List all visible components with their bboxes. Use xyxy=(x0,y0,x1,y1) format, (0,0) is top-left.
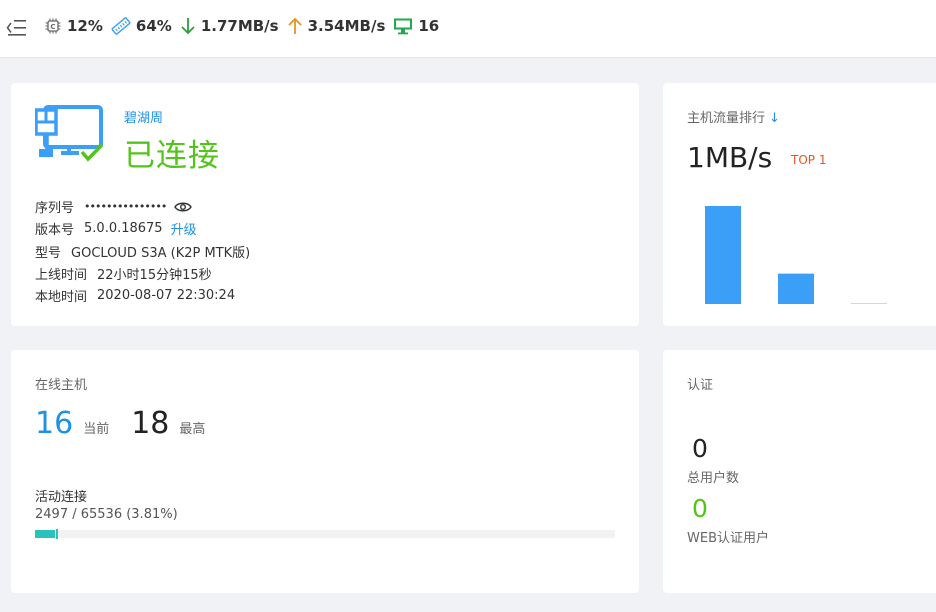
traffic-title-row: 主机流量排行 ↓ xyxy=(687,107,780,126)
router-name: 碧湖周 xyxy=(124,111,164,126)
hosts-stat: 16 xyxy=(393,17,439,35)
hosts-max-label: 最高 xyxy=(179,422,206,437)
cpu-icon: C xyxy=(45,18,61,34)
active-connections-value: 2497 / 65536 (3.81%) xyxy=(35,507,178,522)
model-label: 型号 xyxy=(35,246,62,261)
version-row: 版本号 5.0.0.18675 升级 xyxy=(35,219,197,238)
traffic-bar-chart xyxy=(705,206,887,304)
connections-progress-marker xyxy=(56,529,59,539)
serial-row: 序列号 ••••••••••••••• xyxy=(35,197,193,216)
serial-label: 序列号 xyxy=(35,201,75,216)
system-stats: C 12% 64% 1.77MB/s 3.54MB/s 16 xyxy=(44,17,447,35)
connections-progress-fill xyxy=(35,530,56,538)
top-traffic-value: 1MB/s xyxy=(687,141,773,174)
web-users-label: WEB认证用户 xyxy=(687,531,769,546)
upload-value: 3.54MB/s xyxy=(307,17,386,35)
hosts-counts: 16 当前 18 最高 xyxy=(35,406,205,441)
upgrade-link[interactable]: 升级 xyxy=(171,219,197,238)
uptime-value: 22小时15分钟15秒 xyxy=(97,268,212,283)
router-info-card: 碧湖周 已连接 序列号 ••••••••••••••• 版本号 5.0.0.18… xyxy=(11,83,639,326)
host-traffic-card: 主机流量排行 ↓ 1MB/s TOP 1 xyxy=(663,83,936,326)
model-row: 型号 GOCLOUD S3A (K2P MTK版) xyxy=(35,242,250,261)
monitor-icon xyxy=(394,18,413,35)
version-value: 5.0.0.18675 xyxy=(84,221,163,236)
traffic-bar xyxy=(778,273,814,304)
traffic-title: 主机流量排行 xyxy=(687,111,766,126)
memory-value: 64% xyxy=(135,17,172,35)
uptime-row: 上线时间 22小时15分钟15秒 xyxy=(35,264,212,283)
hosts-count: 16 xyxy=(418,17,440,35)
local-time-value: 2020-08-07 22:30:24 xyxy=(97,288,236,303)
memory-icon xyxy=(111,17,131,35)
auth-title: 认证 xyxy=(687,378,714,393)
cpu-stat: C 12% xyxy=(44,17,103,35)
router-connected-icon xyxy=(35,105,104,162)
total-users-label: 总用户数 xyxy=(687,471,740,486)
top-bar: C 12% 64% 1.77MB/s 3.54MB/s 16 xyxy=(0,0,936,58)
connections-progress-bar xyxy=(35,529,615,539)
arrow-up-icon xyxy=(287,17,302,34)
memory-stat: 64% xyxy=(111,17,172,35)
menu-collapse-icon[interactable] xyxy=(6,18,28,38)
connection-status: 已连接 xyxy=(124,138,220,174)
local-time-row: 本地时间 2020-08-07 22:30:24 xyxy=(35,286,235,305)
model-value: GOCLOUD S3A (K2P MTK版) xyxy=(71,246,251,261)
active-connections-label: 活动连接 xyxy=(35,490,88,505)
hosts-title: 在线主机 xyxy=(35,378,88,393)
sort-down-icon[interactable]: ↓ xyxy=(769,111,780,126)
arrow-down-icon xyxy=(181,18,195,35)
web-users-value: 0 xyxy=(692,494,708,523)
cpu-value: 12% xyxy=(67,17,103,35)
eye-icon[interactable] xyxy=(174,201,193,213)
traffic-bar xyxy=(851,303,887,304)
local-time-label: 本地时间 xyxy=(35,290,88,305)
download-value: 1.77MB/s xyxy=(200,17,279,35)
version-label: 版本号 xyxy=(35,223,75,238)
hosts-max-value: 18 xyxy=(131,406,170,441)
total-users-value: 0 xyxy=(692,434,708,463)
hosts-current-value: 16 xyxy=(35,406,74,441)
upload-stat: 3.54MB/s xyxy=(287,17,386,35)
download-stat: 1.77MB/s xyxy=(180,17,279,35)
online-hosts-card: 在线主机 16 当前 18 最高 活动连接 2497 / 65536 (3.81… xyxy=(11,350,639,593)
auth-card: 认证 0 总用户数 0 WEB认证用户 xyxy=(663,350,936,593)
serial-value: ••••••••••••••• xyxy=(84,200,167,213)
uptime-label: 上线时间 xyxy=(35,268,88,283)
hosts-current-label: 当前 xyxy=(83,422,110,437)
svg-text:C: C xyxy=(50,23,55,31)
traffic-bar xyxy=(705,206,741,304)
top-badge: TOP 1 xyxy=(791,153,827,167)
